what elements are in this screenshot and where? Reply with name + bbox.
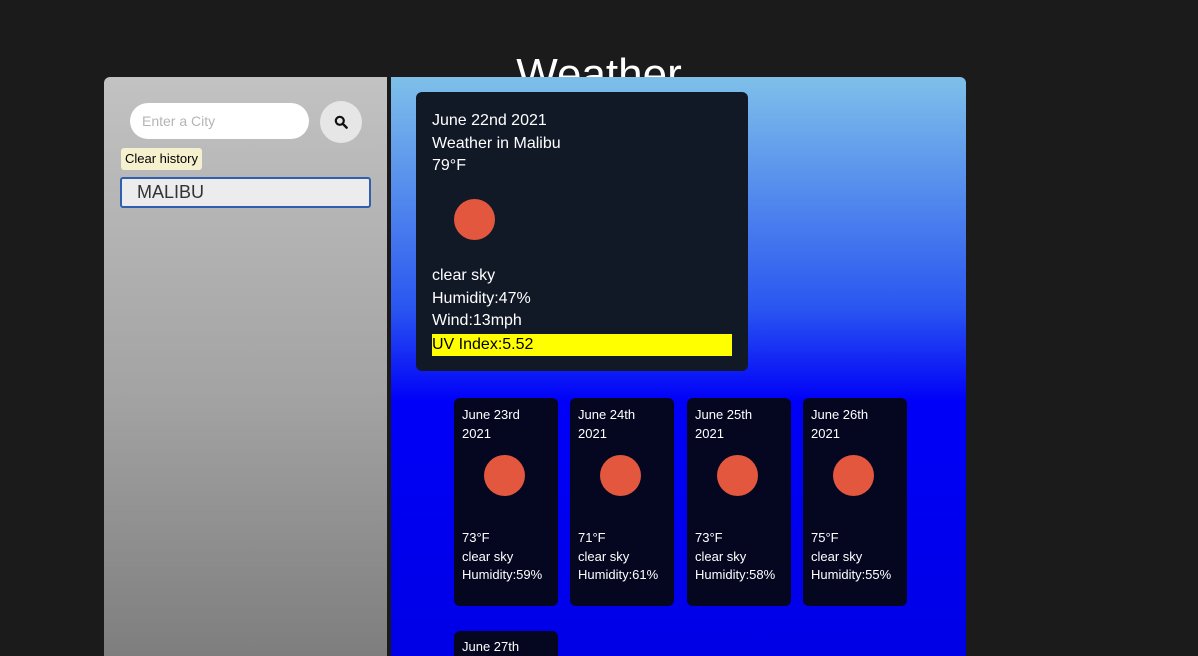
current-wind: Wind:13mph bbox=[432, 310, 732, 333]
forecast-date: June 27th bbox=[462, 639, 550, 654]
sidebar: Clear history MALIBU bbox=[104, 77, 387, 656]
city-search-input[interactable] bbox=[130, 103, 309, 139]
forecast-temp: 71°F bbox=[578, 529, 658, 548]
forecast-date: June 24th bbox=[578, 406, 666, 425]
forecast-temp: 73°F bbox=[695, 529, 775, 548]
forecast-card: June 23rd 2021 73°F clear sky Humidity:5… bbox=[454, 398, 558, 606]
forecast-card: June 24th 2021 71°F clear sky Humidity:6… bbox=[570, 398, 674, 606]
forecast-card: June 26th 2021 75°F clear sky Humidity:5… bbox=[803, 398, 907, 606]
forecast-humidity: Humidity:55% bbox=[811, 566, 891, 585]
uv-index-badge: UV Index:5.52 bbox=[432, 334, 732, 356]
search-button[interactable] bbox=[320, 101, 362, 143]
current-location: Weather in Malibu bbox=[432, 133, 732, 156]
forecast-humidity: Humidity:61% bbox=[578, 566, 658, 585]
forecast-humidity: Humidity:58% bbox=[695, 566, 775, 585]
current-date: June 22nd 2021 bbox=[432, 110, 732, 133]
forecast-date: June 25th bbox=[695, 406, 783, 425]
forecast-date: June 26th bbox=[811, 406, 899, 425]
sun-icon bbox=[717, 455, 758, 496]
forecast-temp: 75°F bbox=[811, 529, 891, 548]
forecast-year: 2021 bbox=[811, 425, 899, 444]
sun-icon bbox=[484, 455, 525, 496]
forecast-description: clear sky bbox=[811, 548, 891, 567]
forecast-year: 2021 bbox=[462, 425, 550, 444]
forecast-date: June 23rd bbox=[462, 406, 550, 425]
search-icon bbox=[334, 115, 348, 129]
app-container: Clear history MALIBU June 22nd 2021 Weat… bbox=[104, 77, 966, 656]
forecast-year: 2021 bbox=[695, 425, 783, 444]
sun-icon bbox=[833, 455, 874, 496]
current-temp: 79°F bbox=[432, 155, 732, 178]
sun-icon bbox=[600, 455, 641, 496]
forecast-year: 2021 bbox=[578, 425, 666, 444]
current-description: clear sky bbox=[432, 265, 732, 288]
forecast-description: clear sky bbox=[578, 548, 658, 567]
clear-history-button[interactable]: Clear history bbox=[121, 148, 202, 170]
forecast-description: clear sky bbox=[462, 548, 542, 567]
forecast-temp: 73°F bbox=[462, 529, 542, 548]
forecast-card: June 25th 2021 73°F clear sky Humidity:5… bbox=[687, 398, 791, 606]
sun-icon bbox=[454, 199, 495, 240]
main-panel: June 22nd 2021 Weather in Malibu 79°F cl… bbox=[391, 77, 966, 656]
current-humidity: Humidity:47% bbox=[432, 288, 732, 311]
current-weather-card: June 22nd 2021 Weather in Malibu 79°F cl… bbox=[416, 92, 748, 371]
history-item-malibu[interactable]: MALIBU bbox=[120, 177, 371, 208]
forecast-card: June 27th bbox=[454, 631, 558, 656]
forecast-humidity: Humidity:59% bbox=[462, 566, 542, 585]
forecast-description: clear sky bbox=[695, 548, 775, 567]
